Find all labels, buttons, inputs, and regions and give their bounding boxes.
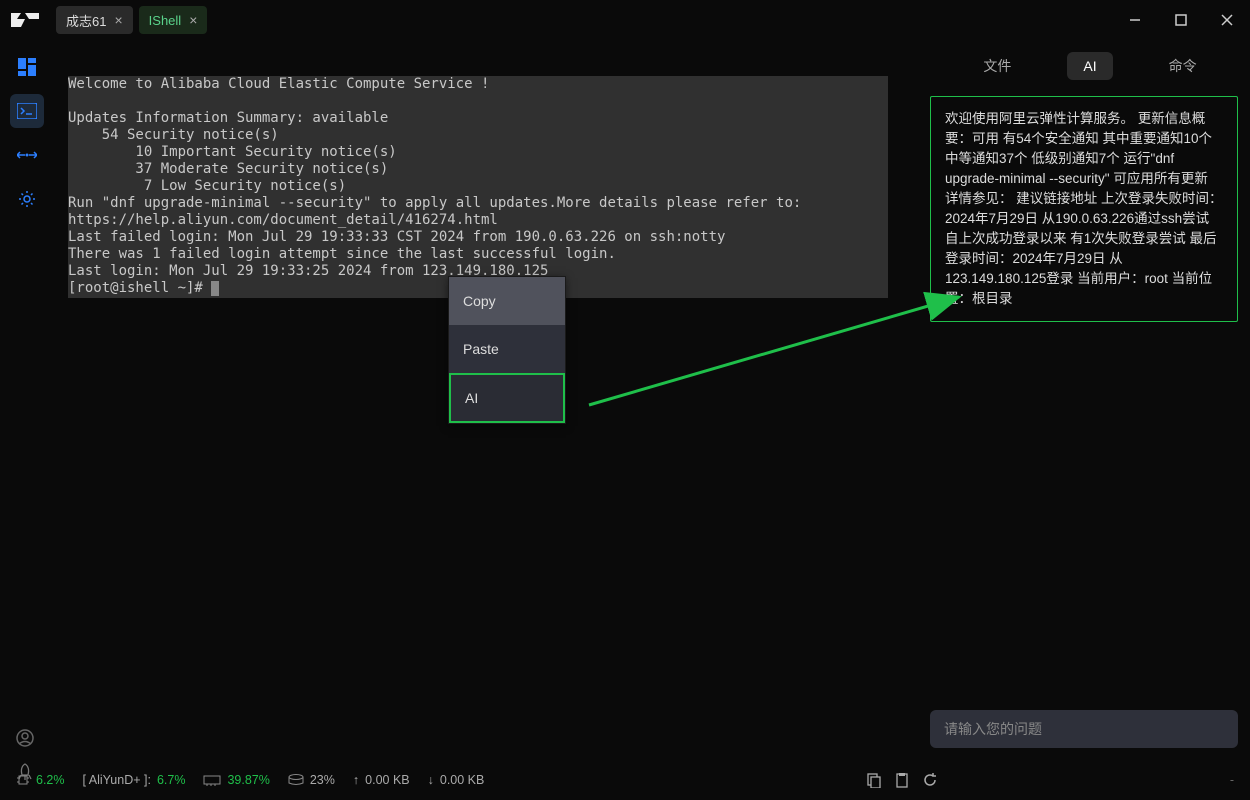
app-logo xyxy=(0,0,50,40)
stat-mem: 39.87% xyxy=(203,773,269,787)
tab-file[interactable]: 文件 xyxy=(967,50,1027,82)
tab-cmd[interactable]: 命令 xyxy=(1153,50,1213,82)
arrow-down-icon: ↓ xyxy=(428,773,434,787)
gear-icon[interactable] xyxy=(10,182,44,216)
context-paste[interactable]: Paste xyxy=(449,325,565,373)
minimize-button[interactable] xyxy=(1112,0,1158,40)
stat-download: ↓ 0.00 KB xyxy=(428,773,485,787)
tab-label: 成志61 xyxy=(66,11,106,30)
ai-response-box: 欢迎使用阿里云弹性计算服务。 更新信息概要：可用 有54个安全通知 其中重要通知… xyxy=(930,96,1238,322)
copy-icon[interactable] xyxy=(866,772,882,788)
close-button[interactable] xyxy=(1204,0,1250,40)
chip-icon xyxy=(16,773,30,787)
close-icon[interactable]: × xyxy=(189,12,197,28)
user-icon[interactable] xyxy=(16,729,34,750)
terminal-output[interactable]: Welcome to Alibaba Cloud Elastic Compute… xyxy=(68,76,888,297)
refresh-icon[interactable] xyxy=(922,772,938,788)
stat-cpu: 6.2% xyxy=(16,773,65,787)
memory-icon xyxy=(203,774,221,786)
tab-label: IShell xyxy=(149,13,182,28)
stat-disk: 23% xyxy=(288,773,335,787)
paste-icon[interactable] xyxy=(894,772,910,788)
disk-icon xyxy=(288,774,304,786)
ai-input[interactable]: 请输入您的问题 xyxy=(930,710,1238,748)
tab-ishell[interactable]: IShell × xyxy=(139,6,208,34)
tab-chengzhi[interactable]: 成志61 × xyxy=(56,6,133,34)
status-dash: - xyxy=(1230,773,1234,787)
close-icon[interactable]: × xyxy=(114,12,122,28)
annotation-arrow xyxy=(584,285,974,415)
tab-ai[interactable]: AI xyxy=(1067,52,1112,80)
maximize-button[interactable] xyxy=(1158,0,1204,40)
stat-aliyun: [ AliYunD+ ]: 6.7% xyxy=(83,773,186,787)
transfer-icon[interactable] xyxy=(10,138,44,172)
grid-icon[interactable] xyxy=(10,50,44,84)
terminal-icon[interactable] xyxy=(10,94,44,128)
stat-upload: ↑ 0.00 KB xyxy=(353,773,410,787)
context-ai[interactable]: AI xyxy=(449,373,565,423)
ai-input-placeholder: 请输入您的问题 xyxy=(944,719,1042,739)
arrow-up-icon: ↑ xyxy=(353,773,359,787)
context-menu: Copy Paste AI xyxy=(448,276,566,424)
context-copy[interactable]: Copy xyxy=(449,277,565,325)
